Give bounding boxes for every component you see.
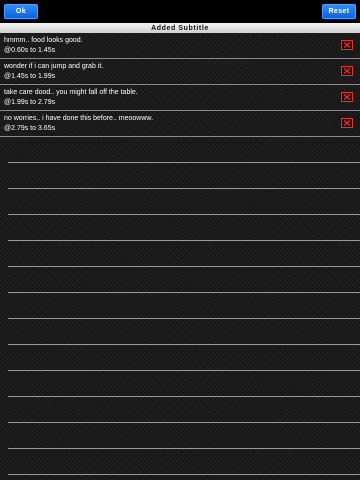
empty-list-row: [8, 215, 360, 241]
subtitle-text-block: wonder if i can jump and grab it. @1.45s…: [4, 62, 103, 81]
subtitle-row[interactable]: hmmm.. food looks good. @0.60s to 1.45s: [0, 33, 360, 59]
subtitle-timing: @2.79s to 3.65s: [4, 124, 56, 132]
subtitle-text-block: hmmm.. food looks good. @0.60s to 1.45s: [4, 36, 83, 55]
subtitle-text-block: no worries.. i have done this before.. m…: [4, 114, 153, 133]
empty-list-row: [8, 189, 360, 215]
empty-list-row: [8, 345, 360, 371]
empty-list-row: [8, 137, 360, 163]
empty-list-row: [8, 371, 360, 397]
subtitle-timing: @0.60s to 1.45s: [4, 46, 56, 54]
delete-subtitle-button[interactable]: [341, 66, 353, 76]
delete-subtitle-button[interactable]: [341, 92, 353, 102]
ok-button[interactable]: Ok: [4, 4, 38, 19]
subtitle-timing: @1.45s to 1.99s: [4, 72, 56, 80]
subtitle-list: hmmm.. food looks good. @0.60s to 1.45s …: [0, 33, 360, 137]
subtitle-timing: @1.99s to 2.79s: [4, 98, 56, 106]
delete-subtitle-button[interactable]: [341, 118, 353, 128]
close-x-icon: [343, 120, 351, 126]
empty-rows: [8, 137, 360, 475]
top-toolbar: Ok Reset: [0, 0, 360, 23]
empty-list-row: [8, 397, 360, 423]
section-header: Added Subtitle: [0, 23, 360, 33]
empty-list-row: [8, 241, 360, 267]
reset-button[interactable]: Reset: [322, 4, 356, 19]
empty-list-row: [8, 163, 360, 189]
subtitle-row[interactable]: no worries.. i have done this before.. m…: [0, 111, 360, 137]
empty-list-row: [8, 293, 360, 319]
subtitle-text-block: take care dood.. you might fall off the …: [4, 88, 138, 107]
section-title: Added Subtitle: [151, 24, 209, 32]
subtitle-row[interactable]: take care dood.. you might fall off the …: [0, 85, 360, 111]
close-x-icon: [343, 94, 351, 100]
empty-list-row: [8, 319, 360, 345]
empty-list-row: [8, 449, 360, 475]
empty-list-row: [8, 267, 360, 293]
subtitle-text: wonder if i can jump and grab it.: [4, 63, 104, 70]
close-x-icon: [343, 68, 351, 74]
subtitle-row[interactable]: wonder if i can jump and grab it. @1.45s…: [0, 59, 360, 85]
delete-subtitle-button[interactable]: [341, 40, 353, 50]
subtitle-text: take care dood.. you might fall off the …: [4, 89, 138, 96]
empty-list-row: [8, 423, 360, 449]
subtitle-text: hmmm.. food looks good.: [4, 37, 83, 44]
subtitle-text: no worries.. i have done this before.. m…: [4, 115, 154, 122]
close-x-icon: [343, 42, 351, 48]
subtitle-editor-screen: Ok Reset Added Subtitle hmmm.. food look…: [0, 0, 360, 480]
